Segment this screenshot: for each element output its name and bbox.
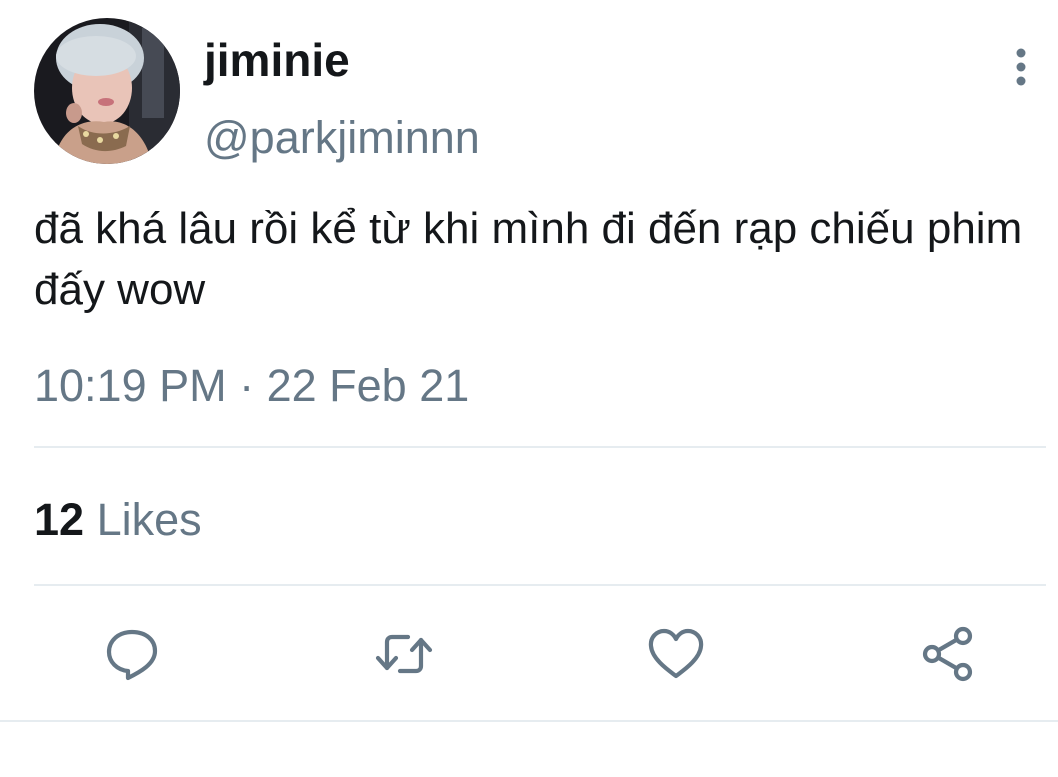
reply-icon bbox=[106, 629, 158, 681]
avatar[interactable] bbox=[34, 18, 180, 164]
user-handle[interactable]: @parkjiminnn bbox=[204, 108, 480, 168]
divider bbox=[34, 446, 1046, 448]
more-options-button[interactable] bbox=[1004, 44, 1038, 90]
reply-button[interactable] bbox=[102, 624, 162, 684]
retweet-button[interactable] bbox=[374, 624, 434, 684]
display-name[interactable]: jiminie bbox=[204, 30, 350, 90]
tweet-detail: jiminie @parkjiminnn đã khá lâu rồi kể t… bbox=[0, 0, 1058, 777]
likes-label: Likes bbox=[96, 494, 202, 545]
tweet-timestamp[interactable]: 10:19 PM · 22 Feb 21 bbox=[34, 356, 469, 416]
more-vertical-icon bbox=[1016, 48, 1026, 86]
tweet-text: đã khá lâu rồi kể từ khi mình đi đến rạp… bbox=[34, 204, 1023, 314]
retweet-icon bbox=[375, 634, 433, 674]
divider bbox=[34, 584, 1046, 586]
avatar-image bbox=[34, 18, 180, 164]
likes-count: 12 bbox=[34, 494, 85, 545]
share-icon bbox=[922, 626, 973, 682]
like-button[interactable] bbox=[646, 624, 706, 684]
likes-stat[interactable]: 12 Likes bbox=[34, 490, 202, 550]
divider bbox=[0, 720, 1058, 722]
share-button[interactable] bbox=[918, 624, 978, 684]
heart-icon bbox=[648, 628, 704, 679]
